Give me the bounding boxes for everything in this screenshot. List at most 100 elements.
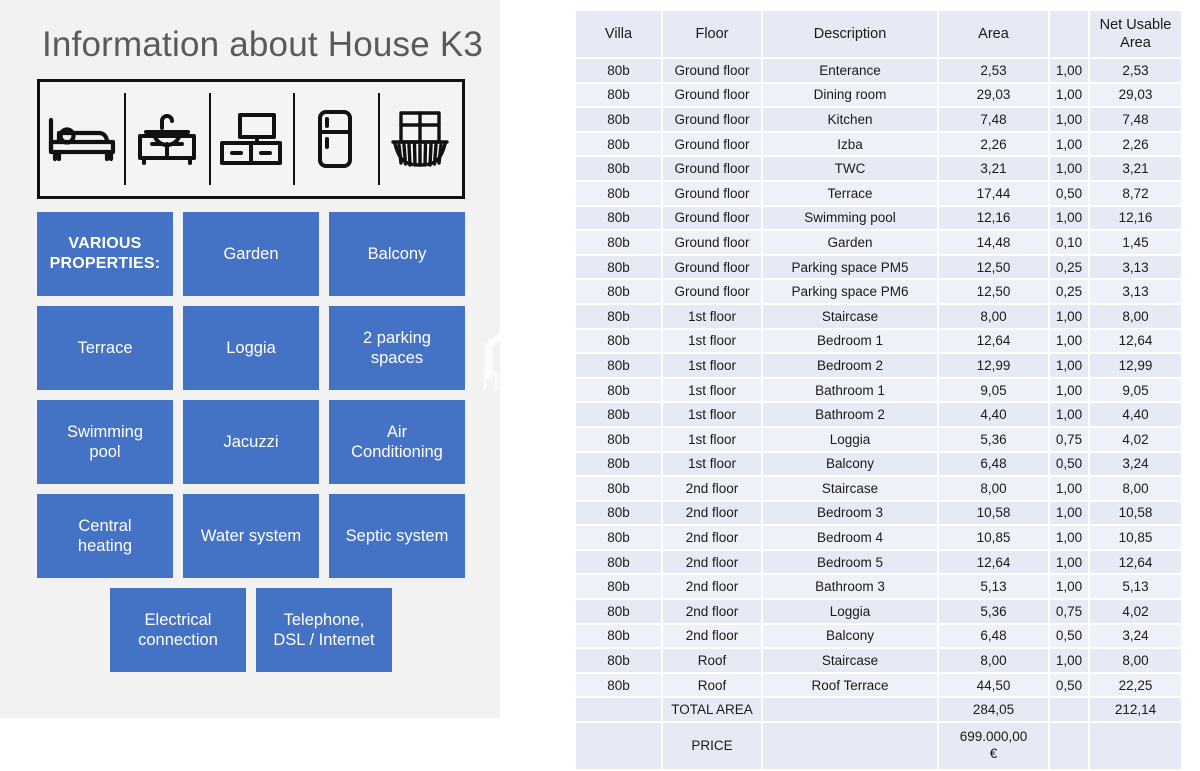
cell-villa: 80b <box>574 352 663 379</box>
cell-area: 2,26 <box>937 130 1050 158</box>
cell-villa: 80b <box>574 155 663 182</box>
cell-net-usable-area: 22,25 <box>1088 671 1183 699</box>
cell-factor <box>1048 696 1090 724</box>
cell-floor: 1st floor <box>661 425 763 453</box>
tile-water-system[interactable]: Water system <box>183 494 319 578</box>
tile-central-heating[interactable]: Central heating <box>37 494 173 578</box>
cell-floor: 1st floor <box>661 401 763 428</box>
cell-area: 8,00 <box>937 475 1050 502</box>
cell-area: 5,13 <box>937 573 1050 601</box>
tile-row: VARIOUS PROPERTIES: Garden Balcony <box>37 212 465 296</box>
table-row: 80b 1st floor Staircase 8,00 1,00 8,00 <box>574 302 1183 330</box>
cell-net-usable-area: 12,64 <box>1088 327 1183 355</box>
table-row: 80b Ground floor Swimming pool 12,16 1,00 12,… <box>574 204 1183 232</box>
cell-description: Parking space PM6 <box>761 278 939 305</box>
cell-description: Swimming pool <box>761 204 939 232</box>
bed-icon <box>40 82 124 196</box>
cell-net-usable-area: 4,40 <box>1088 401 1183 428</box>
cell-factor: 0,75 <box>1048 598 1090 625</box>
cell-area: 12,64 <box>937 548 1050 576</box>
cell-villa: 80b <box>574 450 663 478</box>
table-row: 80b Ground floor TWC 3,21 1,00 3,21 <box>574 155 1183 182</box>
cell-floor: 1st floor <box>661 450 763 478</box>
cell-description: Bedroom 5 <box>761 548 939 576</box>
table-row: 80b Roof Roof Terrace 44,50 0,50 22,25 <box>574 671 1183 699</box>
table-row: 80b 1st floor Balcony 6,48 0,50 3,24 <box>574 450 1183 478</box>
cell-floor: Ground floor <box>661 229 763 256</box>
cell-net-usable-area: 9,05 <box>1088 376 1183 404</box>
table-row: 80b 2nd floor Bedroom 5 12,64 1,00 12,64 <box>574 548 1183 576</box>
area-table: Villa Floor Description Area Net Usable … <box>574 9 1183 771</box>
cell-floor: Ground floor <box>661 253 763 281</box>
cell-area: 2,53 <box>937 57 1050 84</box>
tile-row: Terrace Loggia 2 parking spaces <box>37 306 465 390</box>
cell-floor: 2nd floor <box>661 475 763 502</box>
area-table-container: Villa Floor Description Area Net Usable … <box>574 9 1183 771</box>
cell-villa: 80b <box>574 229 663 256</box>
cell-floor: Roof <box>661 671 763 699</box>
cell-description: Bedroom 2 <box>761 352 939 379</box>
table-price-row: PRICE 699.000,00 € <box>574 721 1183 771</box>
tile-telephone-dsl-internet[interactable]: Telephone, DSL / Internet <box>256 588 392 672</box>
tile-terrace[interactable]: Terrace <box>37 306 173 390</box>
cell-floor: Ground floor <box>661 278 763 305</box>
tile-parking-spaces[interactable]: 2 parking spaces <box>329 306 465 390</box>
cell-net-usable-area: 4,02 <box>1088 425 1183 453</box>
cell-area: 6,48 <box>937 622 1050 650</box>
tile-balcony[interactable]: Balcony <box>329 212 465 296</box>
cell-villa: 80b <box>574 598 663 625</box>
cell-area: 12,64 <box>937 327 1050 355</box>
cell-factor: 0,25 <box>1048 253 1090 281</box>
cell-net-usable-area: 4,02 <box>1088 598 1183 625</box>
cell-villa: 80b <box>574 57 663 84</box>
table-row: 80b Ground floor Parking space PM6 12,50 0,2… <box>574 278 1183 305</box>
cell-net-usable-area: 3,21 <box>1088 155 1183 182</box>
cell-floor: 2nd floor <box>661 548 763 576</box>
cell-description: Roof Terrace <box>761 671 939 699</box>
cell-area: 44,50 <box>937 671 1050 699</box>
cell-description: TWC <box>761 155 939 182</box>
cell-floor: 1st floor <box>661 352 763 379</box>
refrigerator-icon <box>293 82 377 196</box>
col-header-factor <box>1048 9 1090 59</box>
cell-area: 12,50 <box>937 278 1050 305</box>
cell-description: Bathroom 3 <box>761 573 939 601</box>
cell-description: Balcony <box>761 450 939 478</box>
cell-area: 284,05 <box>937 696 1050 724</box>
cell-floor: Ground floor <box>661 81 763 109</box>
cell-description: Bedroom 1 <box>761 327 939 355</box>
cell-floor: 1st floor <box>661 327 763 355</box>
balcony-icon <box>377 82 462 196</box>
cell-description: Staircase <box>761 302 939 330</box>
feature-icon-strip <box>37 79 465 199</box>
cell-description: Garden <box>761 229 939 256</box>
tile-loggia[interactable]: Loggia <box>183 306 319 390</box>
cell-net-usable-area: 1,45 <box>1088 229 1183 256</box>
tile-septic-system[interactable]: Septic system <box>329 494 465 578</box>
tile-garden[interactable]: Garden <box>183 212 319 296</box>
tile-air-conditioning[interactable]: Air Conditioning <box>329 400 465 484</box>
cell-floor: 2nd floor <box>661 499 763 527</box>
cell-floor: Ground floor <box>661 204 763 232</box>
cell-villa: 80b <box>574 425 663 453</box>
table-row: 80b Ground floor Terrace 17,44 0,50 8,72 <box>574 179 1183 207</box>
tile-jacuzzi[interactable]: Jacuzzi <box>183 400 319 484</box>
bathroom-sink-icon <box>124 82 208 196</box>
table-row: 80b Ground floor Izba 2,26 1,00 2,26 <box>574 130 1183 158</box>
cell-floor: 1st floor <box>661 376 763 404</box>
cell-factor: 1,00 <box>1048 327 1090 355</box>
cell-floor: TOTAL AREA <box>661 696 763 724</box>
table-row: 80b 1st floor Loggia 5,36 0,75 4,02 <box>574 425 1183 453</box>
cell-factor: 1,00 <box>1048 524 1090 551</box>
tile-swimming-pool[interactable]: Swimming pool <box>37 400 173 484</box>
cell-factor: 1,00 <box>1048 573 1090 601</box>
cell-villa: 80b <box>574 548 663 576</box>
table-total-row: TOTAL AREA 284,05 212,14 <box>574 696 1183 724</box>
cell-floor: 1st floor <box>661 302 763 330</box>
cell-net-usable-area <box>1088 721 1183 771</box>
cell-description <box>761 696 939 724</box>
tile-electrical-connection[interactable]: Electrical connection <box>110 588 246 672</box>
cell-villa: 80b <box>574 179 663 207</box>
cell-description: Balcony <box>761 622 939 650</box>
tile-various-properties[interactable]: VARIOUS PROPERTIES: <box>37 212 173 296</box>
